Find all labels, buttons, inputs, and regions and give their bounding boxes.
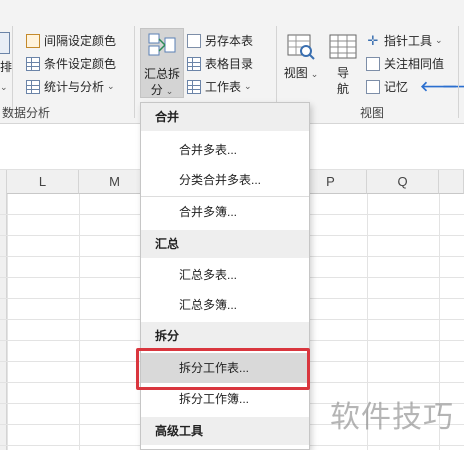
merge-split-label-2: 分 — [150, 83, 163, 97]
memory-label: 记忆 — [384, 80, 409, 94]
left-partial-icon[interactable] — [0, 32, 10, 54]
interval-color-icon — [26, 33, 40, 48]
forward-arrow-icon[interactable]: 🡒 — [442, 78, 464, 95]
table-catalog-button[interactable]: 表格目录 — [187, 55, 253, 72]
analysis-group-label: 数据分析 — [2, 106, 51, 120]
menu-item-summarize-sheets[interactable]: 汇总多表... — [141, 260, 309, 290]
column-header-l[interactable]: L — [7, 170, 79, 194]
menu-item-split-worksheet[interactable]: 拆分工作表... — [141, 353, 309, 383]
interval-color-label: 间隔设定颜色 — [44, 34, 117, 48]
menu-item-summarize-workbooks[interactable]: 汇总多簿... — [141, 290, 309, 320]
column-header-q[interactable]: Q — [367, 170, 439, 194]
left-partial-chevron-icon[interactable]: ⌄ — [0, 82, 8, 93]
left-partial-label[interactable]: 排 — [0, 58, 12, 75]
merge-split-button[interactable]: 汇总拆 分 ⌄ — [140, 28, 184, 98]
merge-split-menu: 合并 合并多表... 分类合并多表... 合并多簿... 汇总 汇总多表... … — [140, 102, 310, 450]
column-header-r[interactable] — [439, 170, 464, 194]
menu-header-summary: 汇总 — [141, 230, 309, 258]
save-sheet-button[interactable]: 另存本表 — [187, 32, 253, 49]
statistics-label: 统计与分析 — [44, 80, 105, 94]
condition-color-button[interactable]: 条件设定颜色 — [26, 55, 116, 72]
table-catalog-icon — [187, 56, 201, 71]
condition-color-label: 条件设定颜色 — [44, 57, 117, 71]
follow-value-label: 关注相同值 — [384, 57, 445, 71]
table-catalog-label: 表格目录 — [205, 57, 254, 71]
statistics-icon — [26, 79, 40, 94]
separator — [458, 26, 459, 118]
chevron-down-icon: ⌄ — [435, 35, 443, 45]
view-label: 视图 — [283, 66, 308, 80]
menu-header-split: 拆分 — [141, 322, 309, 350]
menu-item-merge-sheets-by-category[interactable]: 分类合并多表... — [141, 165, 309, 195]
save-sheet-label: 另存本表 — [205, 34, 254, 48]
menu-header-merge: 合并 — [141, 103, 309, 131]
follow-value-button[interactable]: 关注相同值 — [366, 55, 444, 72]
menu-header-advanced-tools: 高级工具 — [141, 417, 309, 445]
memory-icon — [366, 79, 380, 94]
nav-label-1: 导 — [336, 66, 349, 80]
pointer-tool-label: 指针工具 — [384, 34, 433, 48]
chevron-down-icon: ⌄ — [310, 69, 319, 79]
view-icon — [286, 32, 316, 62]
worksheet-button[interactable]: 工作表 ⌄ — [187, 78, 252, 95]
save-sheet-icon — [187, 33, 201, 48]
document-icon — [366, 56, 380, 71]
merge-split-label-1: 汇总拆 — [143, 67, 180, 81]
view-button[interactable]: 视图 ⌄ — [282, 32, 320, 82]
memory-button[interactable]: 记忆 — [366, 78, 408, 95]
nav-icon — [328, 32, 358, 62]
worksheet-icon — [187, 79, 201, 94]
menu-item-split-workbook[interactable]: 拆分工作簿... — [141, 384, 309, 414]
crosshair-icon: ✛ — [367, 32, 379, 48]
merge-split-icon — [148, 33, 176, 57]
pointer-tool-button[interactable]: ✛ 指针工具 ⌄ — [366, 32, 443, 49]
menu-item-merge-sheets[interactable]: 合并多表... — [141, 135, 309, 165]
interval-color-button[interactable]: 间隔设定颜色 — [26, 32, 116, 49]
worksheet-label: 工作表 — [205, 80, 242, 94]
menu-item-merge-workbooks[interactable]: 合并多簿... — [141, 197, 309, 227]
watermark-text: 软件技巧 — [330, 400, 454, 435]
condition-color-icon — [26, 56, 40, 71]
merge-split-label-2-row: 分 ⌄ — [141, 81, 183, 98]
separator — [134, 26, 135, 118]
chevron-down-icon: ⌄ — [244, 81, 252, 91]
view-group-label: 视图 — [360, 106, 385, 120]
nav-label-2: 航 — [336, 82, 349, 96]
statistics-button[interactable]: 统计与分析 ⌄ — [26, 78, 115, 95]
chevron-down-icon: ⌄ — [107, 81, 115, 91]
nav-button[interactable]: 导 航 — [326, 32, 360, 97]
chevron-down-icon: ⌄ — [165, 86, 174, 96]
